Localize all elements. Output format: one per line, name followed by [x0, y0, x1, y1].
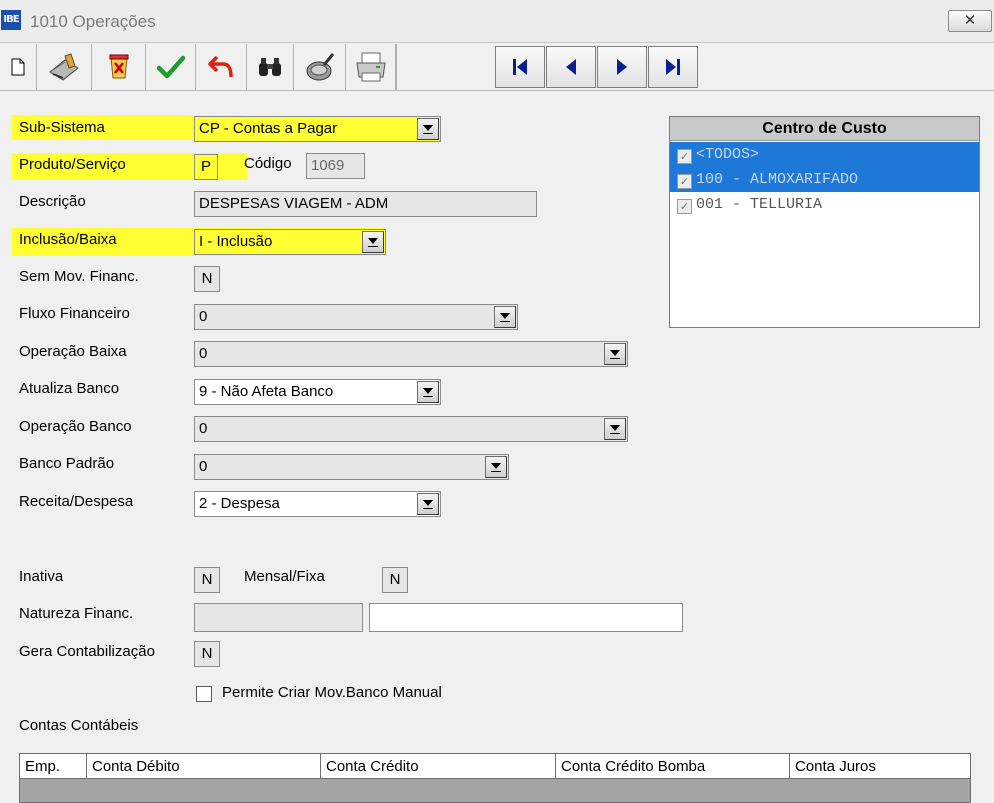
printer-icon	[355, 52, 386, 82]
column-header-conta-credito[interactable]: Conta Crédito	[321, 754, 556, 779]
descricao-label: Descrição	[19, 193, 86, 210]
chevron-down-icon[interactable]	[417, 381, 439, 403]
checkbox-checked-icon[interactable]: ✓	[677, 149, 692, 164]
confirm-icon	[156, 55, 185, 79]
centro-custo-items: ✓ <TODOS> ✓ 100 - ALMOXARIFADO ✓ 001 - TELL…	[670, 142, 979, 217]
column-header-emp[interactable]: Emp.	[20, 754, 87, 779]
sem-mov-financ-field[interactable]: N	[194, 266, 220, 292]
centro-custo-header: Centro de Custo	[670, 117, 979, 141]
new-button[interactable]	[0, 44, 37, 90]
chevron-down-icon[interactable]	[417, 118, 439, 140]
operacao-baixa-select[interactable]: 0	[194, 341, 628, 367]
column-header-conta-credito-bomba[interactable]: Conta Crédito Bomba	[556, 754, 790, 779]
last-record-button[interactable]	[648, 46, 698, 88]
grid-header: Emp. Conta Débito Conta Crédito Conta Cr…	[20, 754, 970, 779]
column-header-conta-debito[interactable]: Conta Débito	[87, 754, 321, 779]
produto-servico-field[interactable]: P	[194, 154, 218, 180]
fluxo-financeiro-label: Fluxo Financeiro	[19, 305, 130, 322]
codigo-field[interactable]: 1069	[306, 153, 365, 179]
first-record-button[interactable]	[495, 46, 545, 88]
chevron-down-icon[interactable]	[417, 493, 439, 515]
previous-record-icon	[566, 59, 576, 75]
gera-contabilizacao-field[interactable]: N	[194, 641, 220, 667]
operacao-banco-value: 0	[199, 420, 208, 437]
edit-button[interactable]	[37, 44, 92, 90]
receita-despesa-select[interactable]: 2 - Despesa	[194, 491, 441, 517]
banco-padrao-select[interactable]: 0	[194, 454, 509, 480]
search-button[interactable]	[247, 44, 294, 90]
natureza-financ-label: Natureza Financ.	[19, 605, 134, 622]
undo-icon	[208, 55, 233, 78]
mensal-fixa-label: Mensal/Fixa	[244, 568, 325, 585]
inativa-label: Inativa	[19, 568, 64, 585]
checkbox-checked-icon[interactable]: ✓	[677, 199, 692, 214]
print-button[interactable]	[346, 44, 396, 90]
descricao-field[interactable]: DESPESAS VIAGEM - ADM	[194, 191, 537, 217]
banco-padrao-value: 0	[199, 458, 208, 475]
chevron-down-icon[interactable]	[604, 418, 626, 440]
centro-custo-item-almoxarifado[interactable]: ✓ 100 - ALMOXARIFADO	[670, 167, 979, 192]
operacao-banco-label: Operação Banco	[19, 418, 132, 435]
atualiza-banco-label: Atualiza Banco	[19, 380, 120, 397]
sub-sistema-value: CP - Contas a Pagar	[199, 120, 338, 137]
delete-icon	[109, 54, 128, 79]
gera-contabilizacao-label: Gera Contabilização	[19, 643, 155, 660]
receita-despesa-label: Receita/Despesa	[19, 493, 134, 510]
new-icon	[11, 58, 25, 76]
operacao-banco-select[interactable]: 0	[194, 416, 628, 442]
checkbox-checked-icon[interactable]: ✓	[677, 174, 692, 189]
fluxo-financeiro-value: 0	[199, 308, 208, 325]
inclusao-baixa-value: I - Inclusão	[199, 233, 273, 250]
clear-button[interactable]	[294, 44, 346, 90]
edit-icon	[49, 53, 79, 81]
mensal-fixa-field[interactable]: N	[382, 567, 408, 593]
app-icon: IBE	[1, 10, 21, 30]
chevron-down-icon[interactable]	[494, 306, 516, 328]
first-record-icon	[513, 59, 527, 75]
codigo-label: Código	[244, 155, 292, 172]
atualiza-banco-value: 9 - Não Afeta Banco	[199, 383, 334, 400]
atualiza-banco-select[interactable]: 9 - Não Afeta Banco	[194, 379, 441, 405]
undo-button[interactable]	[196, 44, 247, 90]
last-record-icon	[666, 59, 680, 75]
confirm-button[interactable]	[146, 44, 196, 90]
contas-contabeis-label: Contas Contábeis	[19, 717, 139, 734]
banco-padrao-label: Banco Padrão	[19, 455, 115, 472]
toolbar-separator	[396, 44, 397, 90]
operacao-baixa-value: 0	[199, 345, 208, 362]
operacao-baixa-label: Operação Baixa	[19, 343, 127, 360]
chevron-down-icon[interactable]	[362, 231, 384, 253]
window-title: 1010 Operações	[30, 12, 156, 31]
centro-custo-item-telluria[interactable]: ✓ 001 - TELLURIA	[670, 192, 979, 217]
centro-custo-item-todos[interactable]: ✓ <TODOS>	[670, 142, 979, 167]
delete-button[interactable]	[92, 44, 146, 90]
previous-record-button[interactable]	[546, 46, 596, 88]
receita-despesa-value: 2 - Despesa	[199, 495, 280, 512]
natureza-financ-desc-field[interactable]	[369, 603, 683, 632]
sub-sistema-select[interactable]: CP - Contas a Pagar	[194, 116, 441, 142]
inativa-field[interactable]: N	[194, 567, 220, 593]
column-header-conta-juros[interactable]: Conta Juros	[790, 754, 970, 779]
chevron-down-icon[interactable]	[485, 456, 507, 478]
chevron-down-icon[interactable]	[604, 343, 626, 365]
binoculars-icon	[259, 58, 281, 76]
next-record-icon	[617, 59, 627, 75]
sem-mov-financ-label: Sem Mov. Financ.	[19, 268, 139, 285]
permite-criar-label: Permite Criar Mov.Banco Manual	[222, 684, 442, 701]
next-record-button[interactable]	[597, 46, 647, 88]
permite-criar-checkbox[interactable]	[196, 686, 212, 702]
clear-icon	[306, 53, 334, 81]
close-button[interactable]: ✕	[948, 10, 992, 32]
natureza-financ-code-field[interactable]	[194, 603, 363, 632]
fluxo-financeiro-select[interactable]: 0	[194, 304, 518, 330]
inclusao-baixa-select[interactable]: I - Inclusão	[194, 229, 386, 255]
